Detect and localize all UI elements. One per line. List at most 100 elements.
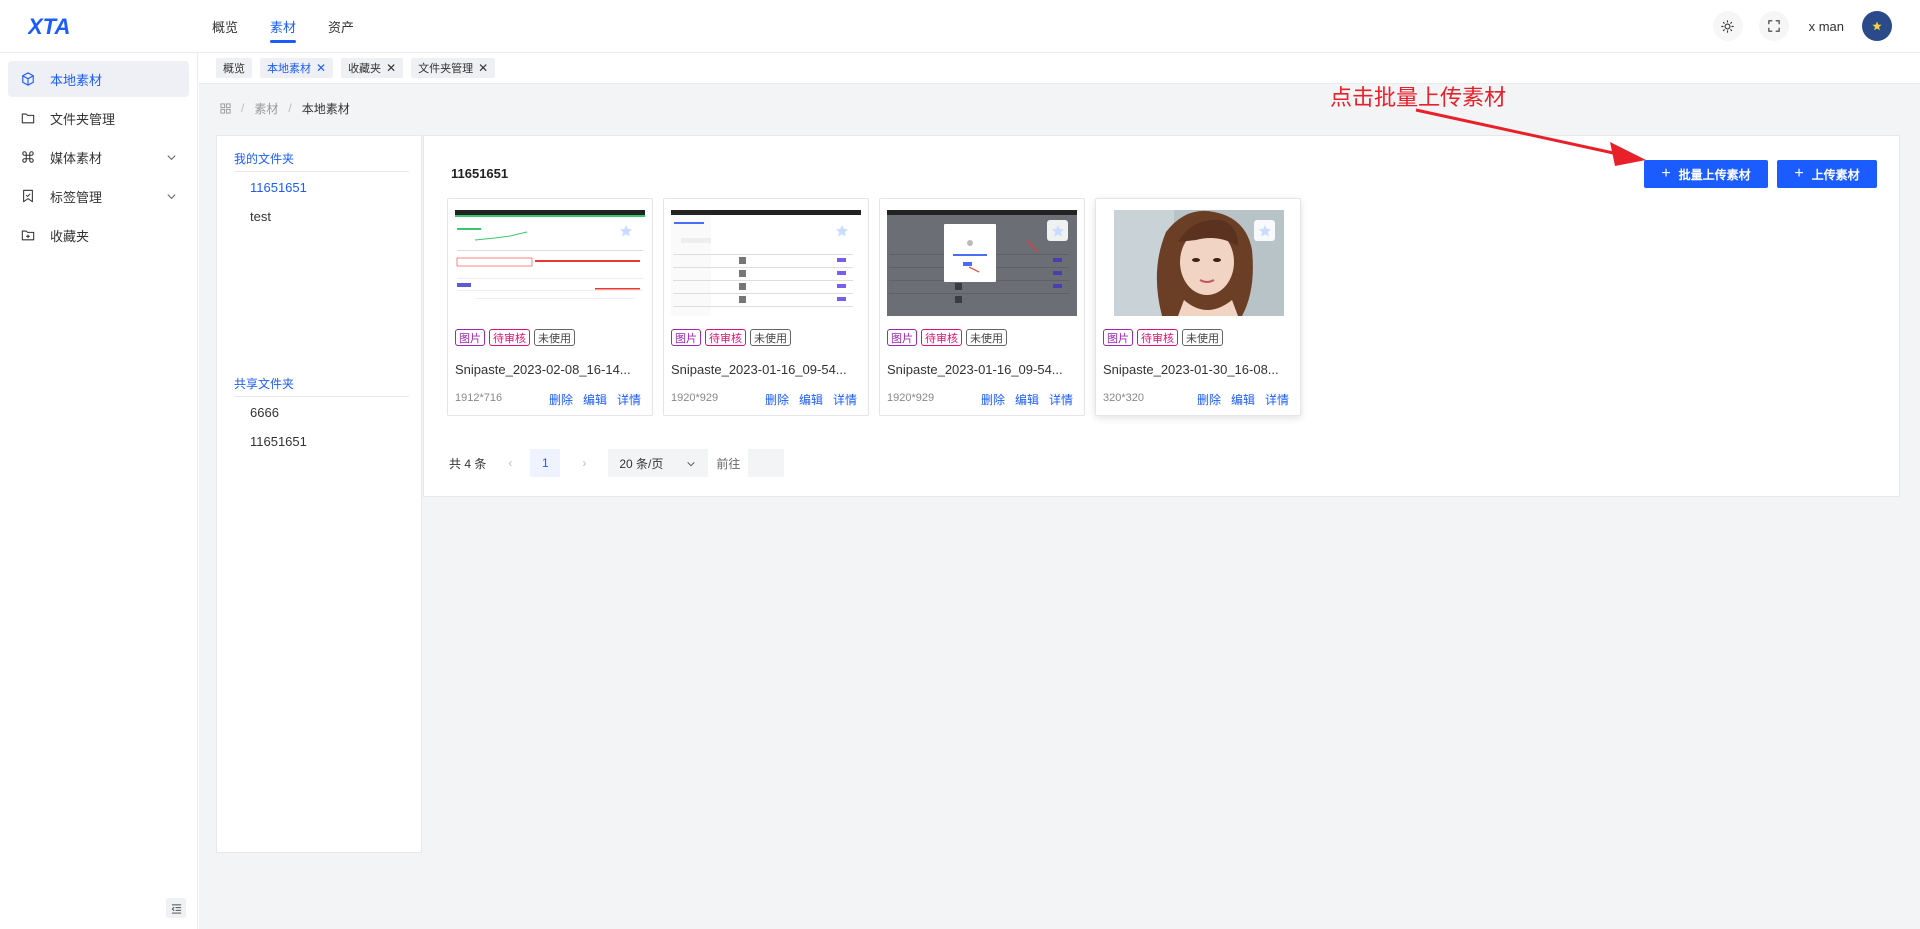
detail-link[interactable]: 详情 [617,391,641,408]
sidebar-item-media-materials[interactable]: 媒体素材 [8,139,189,175]
card-actions: 删除 编辑 详情 [1187,391,1289,408]
nav-assets[interactable]: 资产 [328,0,354,53]
detail-link[interactable]: 详情 [833,391,857,408]
page-size-select[interactable]: 20 条/页 [608,449,709,477]
sidebar-item-local-materials[interactable]: 本地素材 [8,61,189,97]
tag-unused: 未使用 [750,329,791,346]
favorite-star-icon[interactable] [1254,220,1275,241]
chevron-down-icon [687,461,696,467]
page-number[interactable]: 1 [530,449,561,477]
shared-folder-item-11651651[interactable]: 11651651 [250,434,307,449]
breadcrumb: / 素材 / 本地素材 [220,100,350,116]
upload-button[interactable]: + 上传素材 [1777,160,1877,188]
sidebar-item-label: 收藏夹 [50,228,90,244]
folder-item-11651651[interactable]: 11651651 [250,180,307,195]
card-title: Snipaste_2023-01-16_09-54... [887,362,1063,377]
card-actions: 删除 编辑 详情 [971,391,1073,408]
chevron-down-icon [166,190,177,205]
theme-toggle-button[interactable] [1712,11,1743,41]
nav-overview[interactable]: 概览 [212,0,238,53]
sidebar-item-tag-management[interactable]: 标签管理 [8,178,189,214]
grid-icon[interactable] [220,102,231,114]
breadcrumb-item-materials[interactable]: 素材 [254,100,278,117]
goto-page-input[interactable] [748,449,785,477]
detail-link[interactable]: 详情 [1049,391,1073,408]
favorite-star-icon[interactable] [831,220,852,241]
sidebar-item-label: 标签管理 [50,189,103,205]
plus-icon: + [1661,165,1671,182]
delete-link[interactable]: 删除 [1197,391,1221,408]
menu-fold-icon [171,903,181,914]
material-card[interactable]: 图片 待审核 未使用 Snipaste_2023-01-30_16-08... … [1095,198,1301,416]
tag-pending-review: 待审核 [489,329,530,346]
thumbnail-image[interactable] [887,210,1077,316]
delete-link[interactable]: 删除 [549,391,573,408]
card-title: Snipaste_2023-01-30_16-08... [1103,362,1279,377]
pagination: 共 4 条 ‹ 1 › 20 条/页 前往 [449,449,785,477]
breadcrumb-separator: / [288,101,292,115]
chevron-left-icon[interactable]: ‹ [498,456,522,470]
tag-image: 图片 [671,329,701,346]
close-icon[interactable]: ✕ [386,61,396,75]
close-icon[interactable]: ✕ [478,61,488,75]
fullscreen-button[interactable] [1758,11,1789,41]
svg-text:XTA: XTA [28,14,70,38]
page-size-value: 20 条/页 [619,456,664,471]
thumbnail-image[interactable] [1114,210,1284,316]
divider [234,396,409,397]
batch-upload-button[interactable]: + 批量上传素材 [1644,160,1768,188]
main-area: 概览 本地素材 ✕ 收藏夹 ✕ 文件夹管理 ✕ / 素材 / 本地素材 我的文件夹 1… [199,53,1920,929]
shared-folders-title: 共享文件夹 [234,377,295,391]
header-actions: x man [1697,10,1892,42]
divider [234,171,409,172]
folder-icon [20,110,36,126]
tab-label: 文件夹管理 [418,63,474,75]
folder-item-test[interactable]: test [250,209,271,224]
tag-list: 图片 待审核 未使用 [887,329,1011,346]
close-icon[interactable]: ✕ [316,61,326,75]
delete-link[interactable]: 删除 [765,391,789,408]
edit-link[interactable]: 编辑 [583,391,607,408]
sidebar-collapse-button[interactable] [166,898,186,918]
pagination-total: 共 4 条 [449,456,487,471]
tab-local-materials[interactable]: 本地素材 ✕ [260,58,334,78]
sidebar-item-label: 文件夹管理 [50,111,116,127]
tab-favorites[interactable]: 收藏夹 ✕ [341,58,404,78]
thumbnail-image[interactable] [455,210,645,316]
avatar[interactable] [1862,11,1892,41]
top-nav: 概览 素材 资产 [212,0,386,53]
nav-materials[interactable]: 素材 [270,0,297,53]
sidebar-item-label: 本地素材 [50,72,103,88]
shared-folder-item-6666[interactable]: 6666 [250,405,279,420]
chevron-right-icon[interactable]: › [572,456,596,470]
tab-label: 本地素材 [267,63,311,75]
sidebar-item-label: 媒体素材 [50,150,103,166]
thumbnail-image[interactable] [671,210,861,316]
material-card[interactable]: 图片 待审核 未使用 Snipaste_2023-01-16_09-54... … [663,198,869,416]
edit-link[interactable]: 编辑 [1015,391,1039,408]
tab-overview[interactable]: 概览 [216,58,252,78]
goto-label: 前往 [716,456,741,471]
edit-link[interactable]: 编辑 [799,391,823,408]
tag-pending-review: 待审核 [1137,329,1178,346]
folder-panel: 我的文件夹 11651651 test 共享文件夹 6666 11651651 [216,135,422,853]
material-card[interactable]: 图片 待审核 未使用 Snipaste_2023-01-16_09-54... … [879,198,1085,416]
tag-unused: 未使用 [966,329,1007,346]
card-title: Snipaste_2023-01-16_09-54... [671,362,847,377]
edit-link[interactable]: 编辑 [1231,391,1255,408]
detail-link[interactable]: 详情 [1265,391,1289,408]
favorite-star-icon[interactable] [1047,220,1068,241]
sidebar-item-folder-management[interactable]: 文件夹管理 [8,100,189,136]
material-card[interactable]: 图片 待审核 未使用 Snipaste_2023-02-08_16-14... … [447,198,653,416]
favorite-star-icon[interactable] [615,220,636,241]
card-dimensions: 1920*929 [887,392,935,404]
xta-logo[interactable]: XTA [28,14,98,38]
tag-pending-review: 待审核 [705,329,746,346]
chevron-down-icon [166,151,177,166]
delete-link[interactable]: 删除 [981,391,1005,408]
tag-list: 图片 待审核 未使用 [671,329,795,346]
username[interactable]: x man [1809,19,1844,34]
sidebar-item-favorites[interactable]: 收藏夹 [8,217,189,253]
tab-folder-management[interactable]: 文件夹管理 ✕ [411,58,496,78]
bookmark-icon [20,188,36,204]
